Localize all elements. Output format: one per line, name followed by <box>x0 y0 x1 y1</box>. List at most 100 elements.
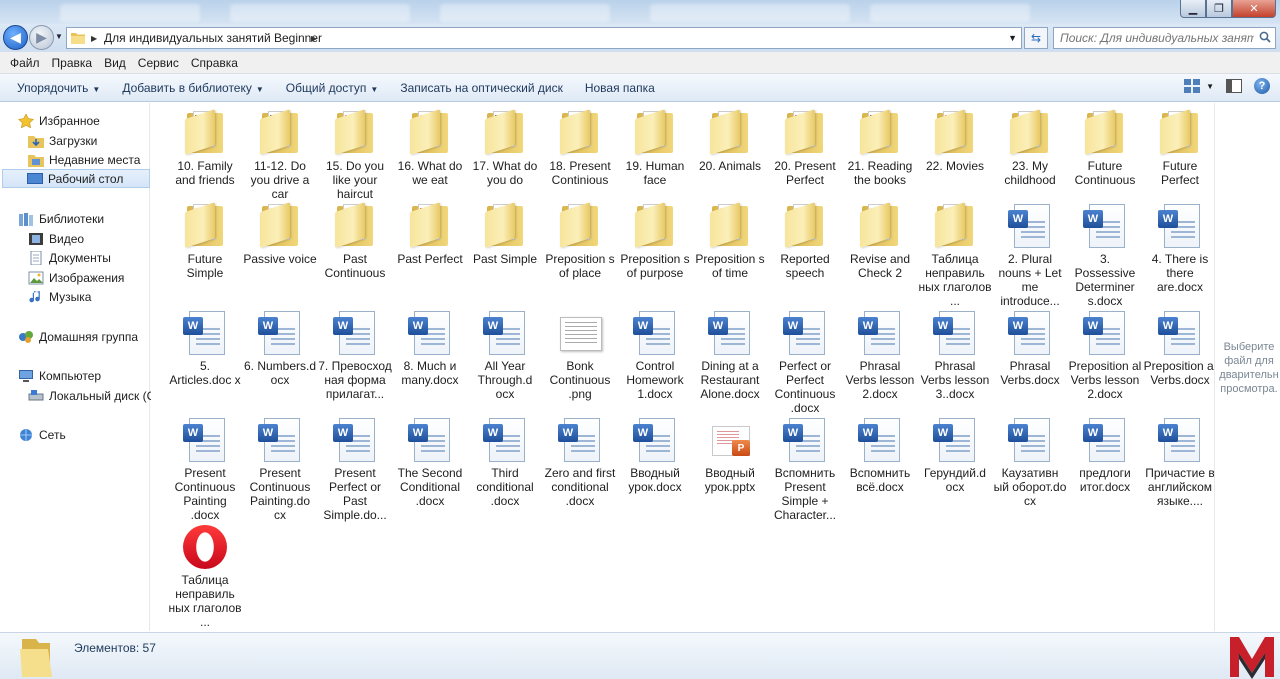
file-item[interactable]: W 7. Превосход ная форма прилагат... <box>318 309 392 401</box>
folder-item[interactable]: 23. My childhood <box>993 109 1067 187</box>
folder-item[interactable]: Past Simple <box>468 202 542 266</box>
nav-favorites[interactable]: Избранное <box>18 111 166 130</box>
file-item[interactable]: W Phrasal Verbs lesson 2.docx <box>843 309 917 401</box>
minimize-button[interactable]: ▁ <box>1180 0 1206 18</box>
folder-item[interactable]: Preposition s of purpose <box>618 202 692 280</box>
breadcrumb-current-folder[interactable]: Для индивидуальных занятий Beginner <box>104 31 322 45</box>
file-list[interactable]: 10. Family and friends 11-12. Do you driv… <box>151 103 1216 631</box>
maximize-button[interactable]: ❐ <box>1206 0 1232 18</box>
address-bar[interactable]: ▶ Для индивидуальных занятий Beginner ▶ … <box>66 27 1022 49</box>
word-document-icon: W <box>406 416 454 464</box>
file-item[interactable]: P Вводный урок.pptx <box>693 416 767 494</box>
file-item[interactable]: W Причастие в английском языке.... <box>1143 416 1217 508</box>
folder-item[interactable]: Reported speech <box>768 202 842 280</box>
file-item[interactable]: W Вспомнить Present Simple + Character... <box>768 416 842 522</box>
menu-help[interactable]: Справка <box>185 56 244 70</box>
folder-item[interactable]: 22. Movies <box>918 109 992 173</box>
preview-pane-icon[interactable] <box>1226 79 1242 93</box>
add-to-library-button[interactable]: Добавить в библиотеку ▼ <box>111 81 274 95</box>
item-label: Third conditional .docx <box>476 466 534 508</box>
file-item[interactable]: W Phrasal Verbs lesson 3..docx <box>918 309 992 401</box>
word-document-icon: W <box>256 309 304 357</box>
nav-desktop[interactable]: Рабочий стол <box>2 169 150 188</box>
folder-item[interactable]: 11-12. Do you drive a car <box>243 109 317 201</box>
search-box[interactable] <box>1053 27 1276 49</box>
file-item[interactable]: W 5. Articles.doc x <box>168 309 242 387</box>
file-item[interactable]: Таблица неправиль ных глаголов ... <box>168 523 242 629</box>
file-item[interactable]: W The Second Conditional .docx <box>393 416 467 508</box>
refresh-button[interactable]: ⇆ <box>1024 27 1048 49</box>
file-item[interactable]: W Dining at a Restaurant Alone.docx <box>693 309 767 401</box>
file-item[interactable]: W All Year Through.d ocx <box>468 309 542 401</box>
view-dropdown-icon[interactable]: ▼ <box>1206 82 1214 91</box>
folder-item[interactable]: 10. Family and friends <box>168 109 242 187</box>
search-icon[interactable] <box>1259 31 1271 43</box>
file-item[interactable]: W Preposition al Verbs.docx <box>1143 309 1217 387</box>
file-item[interactable]: W Perfect or Perfect Continuous .docx <box>768 309 842 415</box>
folder-item[interactable]: Passive voice <box>243 202 317 266</box>
folder-item[interactable]: Revise and Check 2 <box>843 202 917 280</box>
folder-item[interactable]: 19. Human face <box>618 109 692 187</box>
share-button[interactable]: Общий доступ ▼ <box>275 81 390 95</box>
change-view-icon[interactable] <box>1184 79 1201 93</box>
folder-icon <box>1156 109 1204 157</box>
file-item[interactable]: W Present Continuous Painting.do cx <box>243 416 317 522</box>
file-item[interactable]: W Control Homework 1.docx <box>618 309 692 401</box>
menu-file[interactable]: Файл <box>4 56 46 70</box>
nav-libraries[interactable]: Библиотеки <box>18 209 166 228</box>
file-item[interactable]: W Third conditional .docx <box>468 416 542 508</box>
recent-pages-dropdown[interactable]: ▼ <box>55 32 63 41</box>
folder-item[interactable]: 21. Reading the books <box>843 109 917 187</box>
item-label: Future Simple <box>186 252 224 280</box>
file-item[interactable]: W Zero and first conditional .docx <box>543 416 617 508</box>
folder-item[interactable]: Preposition s of place <box>543 202 617 280</box>
search-input[interactable] <box>1054 28 1254 48</box>
folder-item[interactable]: Future Perfect <box>1143 109 1217 187</box>
file-item[interactable]: W 3. Possessive Determiner s.docx <box>1068 202 1142 308</box>
back-button[interactable]: ◀ <box>3 25 28 50</box>
menu-view[interactable]: Вид <box>98 56 132 70</box>
folder-item[interactable]: 17. What do you do <box>468 109 542 187</box>
folder-item[interactable]: 18. Present Continious <box>543 109 617 187</box>
file-item[interactable]: W Вводный урок.docx <box>618 416 692 494</box>
file-item[interactable]: W 2. Plural nouns + Let me introduce... <box>993 202 1067 308</box>
file-item[interactable]: Wпредлоги итог.docx <box>1068 416 1142 494</box>
file-item[interactable]: W 6. Numbers.d ocx <box>243 309 317 387</box>
menu-tools[interactable]: Сервис <box>132 56 185 70</box>
file-item[interactable]: W Present Continuous Painting .docx <box>168 416 242 522</box>
address-dropdown-icon[interactable]: ▼ <box>1008 33 1017 43</box>
folder-item[interactable]: 15. Do you like your haircut <box>318 109 392 201</box>
file-item[interactable]: W Preposition al Verbs lesson 2.docx <box>1068 309 1142 401</box>
nav-computer[interactable]: Компьютер <box>18 366 166 385</box>
folder-item[interactable]: Past Perfect <box>393 202 467 266</box>
close-button[interactable]: ✕ <box>1232 0 1276 18</box>
file-item[interactable]: W Каузативн ый оборот.do cx <box>993 416 1067 508</box>
folder-item[interactable]: 20. Present Perfect <box>768 109 842 187</box>
folder-item[interactable]: Future Simple <box>168 202 242 280</box>
folder-item[interactable]: 16. What do we eat <box>393 109 467 187</box>
menu-edit[interactable]: Правка <box>46 56 99 70</box>
file-item[interactable]: W Present Perfect or Past Simple.do... <box>318 416 392 522</box>
folder-item[interactable]: Preposition s of time <box>693 202 767 280</box>
file-item[interactable]: W Герундий.d ocx <box>918 416 992 494</box>
folder-item[interactable]: Future Continuous <box>1068 109 1142 187</box>
forward-button[interactable]: ▶ <box>29 25 54 50</box>
breadcrumb-arrow-icon[interactable]: ▶ <box>91 34 97 43</box>
nav-homegroup[interactable]: Домашняя группа <box>18 327 166 346</box>
burn-disc-button[interactable]: Записать на оптический диск <box>389 81 574 95</box>
folder-item[interactable]: 20. Animals <box>693 109 767 173</box>
file-item[interactable]: W Вспомнить всё.docx <box>843 416 917 494</box>
file-item[interactable]: W 8. Much и many.docx <box>393 309 467 387</box>
new-folder-button[interactable]: Новая папка <box>574 81 666 95</box>
organize-button[interactable]: Упорядочить ▼ <box>6 81 111 95</box>
help-icon[interactable]: ? <box>1254 78 1270 94</box>
file-item[interactable]: Bonk Continuous .png <box>543 309 617 401</box>
file-item[interactable]: W 4. There is there are.docx <box>1143 202 1217 294</box>
nav-network[interactable]: Сеть <box>18 425 166 444</box>
breadcrumb-arrow-icon[interactable]: ▶ <box>311 34 317 43</box>
item-label: 11-12. Do you drive a car <box>250 159 310 201</box>
word-document-icon: W <box>1006 416 1054 464</box>
folder-item[interactable]: Past Continuous <box>318 202 392 280</box>
folder-item[interactable]: Таблица неправиль ных глаголов ... <box>918 202 992 308</box>
file-item[interactable]: W Phrasal Verbs.docx <box>993 309 1067 387</box>
